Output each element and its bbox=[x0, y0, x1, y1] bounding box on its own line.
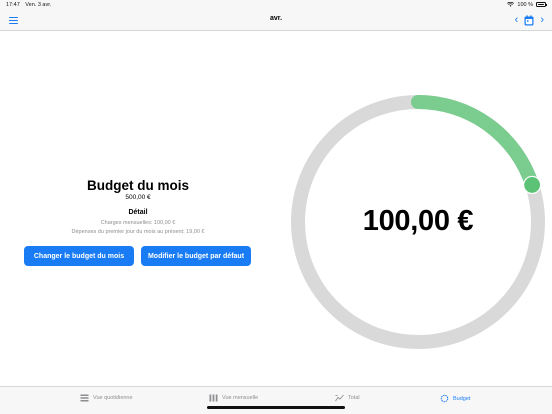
ring-start-cap bbox=[411, 95, 425, 109]
app-screen: 17:47 Ven. 3 avr. 100 % avr. ‹ › Budget … bbox=[0, 0, 552, 414]
tab-total-label: Total bbox=[348, 395, 360, 401]
daily-view-icon bbox=[80, 394, 89, 402]
tab-total[interactable]: Total bbox=[335, 394, 360, 402]
ring-value: 100,00 € bbox=[362, 205, 474, 237]
tab-daily-view-label: Vue quotidienne bbox=[93, 395, 133, 401]
tab-bar: Vue quotidienne Vue mensuelle Total Budg… bbox=[0, 386, 552, 414]
tab-daily-view[interactable]: Vue quotidienne bbox=[80, 394, 133, 402]
home-indicator bbox=[207, 406, 345, 409]
tab-monthly-view-label: Vue mensuelle bbox=[222, 395, 259, 401]
ring-progress bbox=[417, 95, 539, 188]
ring-progress-knob[interactable] bbox=[523, 175, 542, 195]
monthly-view-icon bbox=[209, 394, 218, 402]
tab-monthly-view[interactable]: Vue mensuelle bbox=[209, 394, 258, 402]
budget-ring-icon bbox=[440, 394, 449, 403]
tab-budget-label: Budget bbox=[453, 395, 471, 402]
total-chart-icon bbox=[335, 394, 344, 402]
tab-budget[interactable]: Budget bbox=[440, 394, 470, 403]
